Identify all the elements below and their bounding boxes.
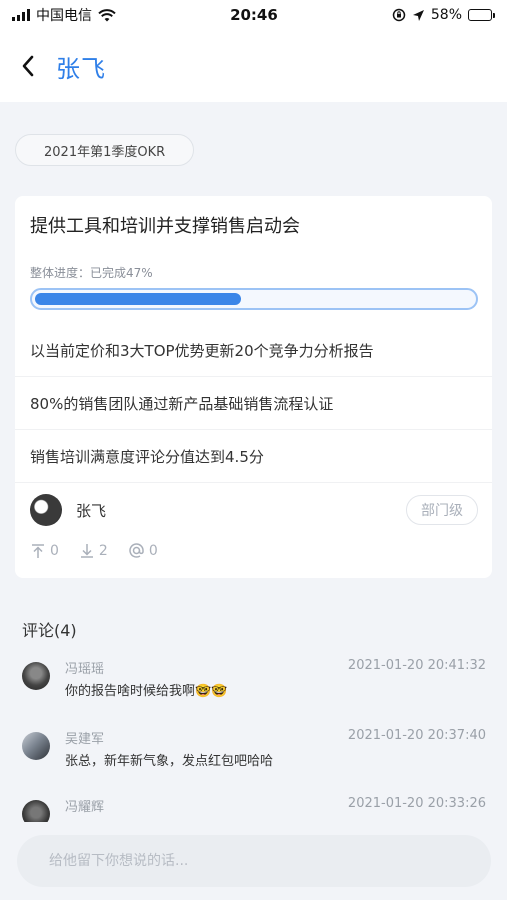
carrier-label: 中国电信 [36, 8, 92, 24]
progress-fill [35, 293, 241, 305]
commenter-name: 冯瑶瑶 [65, 662, 105, 677]
key-result-item[interactable]: 销售培训满意度评论分值达到4.5分 [15, 430, 492, 483]
downvote-count: 2 [98, 542, 108, 559]
rotation-lock-icon [392, 8, 406, 22]
at-sign-icon [129, 543, 144, 558]
status-bar: 中国电信 20:46 58% [0, 0, 507, 30]
upvote-stat[interactable]: 0 [30, 542, 59, 559]
commenter-name: 冯耀辉 [65, 800, 105, 815]
comment-text: 张总，新年新气象，发点红包吧哈哈 [65, 754, 274, 769]
clock: 20:46 [230, 6, 278, 24]
comment-time: 2021-01-20 20:41:32 [347, 658, 486, 673]
okr-detail-screen: 中国电信 20:46 58% 张飞 2021年第1季度OKR 提供工具和培训并支… [0, 0, 507, 900]
battery-percent: 58% [430, 7, 462, 23]
status-left: 中国电信 [12, 5, 116, 25]
comments-title: 评论(4) [22, 621, 77, 640]
battery-icon [468, 9, 495, 21]
commenter-avatar[interactable] [22, 662, 50, 690]
comment-item[interactable]: 冯瑶瑶 2021-01-20 20:41:32 你的报告啥时候给我啊🤓🤓 [22, 658, 488, 718]
arrow-up-icon [32, 543, 44, 558]
page-title: 张飞 [56, 54, 106, 83]
signal-icon [12, 9, 30, 21]
objective-card[interactable]: 提供工具和培训并支撑销售启动会 整体进度：已完成47% 以当前定价和3大TOP优… [15, 196, 492, 578]
level-badge: 部门级 [406, 495, 478, 525]
status-right: 58% [392, 7, 495, 23]
owner-avatar[interactable] [30, 494, 62, 526]
nav-bar: 张飞 [0, 30, 507, 102]
commenter-avatar[interactable] [22, 732, 50, 760]
objective-title: 提供工具和培训并支撑销售启动会 [30, 216, 300, 237]
owner-row: 张飞 部门级 [30, 492, 478, 528]
mention-stat[interactable]: 0 [128, 542, 158, 559]
progress-bar [30, 288, 478, 310]
comment-input[interactable] [17, 835, 491, 887]
owner-name: 张飞 [76, 501, 107, 520]
commenter-name: 吴建军 [65, 732, 105, 747]
mention-count: 0 [148, 542, 158, 559]
comment-time: 2021-01-20 20:33:26 [347, 796, 486, 811]
comment-input-bar [0, 822, 507, 900]
comment-text: 你的报告啥时候给我啊🤓🤓 [65, 684, 228, 699]
comment-time: 2021-01-20 20:37:40 [347, 728, 486, 743]
comment-item[interactable]: 吴建军 2021-01-20 20:37:40 张总，新年新气象，发点红包吧哈哈 [22, 728, 488, 788]
okr-period-chip[interactable]: 2021年第1季度OKR [15, 134, 195, 166]
location-arrow-icon [412, 9, 424, 21]
wifi-icon [98, 8, 116, 21]
progress-label: 整体进度：已完成47% [30, 266, 153, 280]
downvote-stat[interactable]: 2 [79, 542, 108, 559]
back-button[interactable] [6, 44, 50, 88]
upvote-count: 0 [50, 542, 59, 559]
stats-row: 0 2 0 [30, 542, 158, 559]
chevron-left-icon [22, 55, 34, 77]
key-results-list: 以当前定价和3大TOP优势更新20个竞争力分析报告 80%的销售团队通过新产品基… [15, 324, 492, 483]
key-result-item[interactable]: 以当前定价和3大TOP优势更新20个竞争力分析报告 [15, 324, 492, 377]
arrow-down-icon [80, 543, 93, 558]
key-result-item[interactable]: 80%的销售团队通过新产品基础销售流程认证 [15, 377, 492, 430]
